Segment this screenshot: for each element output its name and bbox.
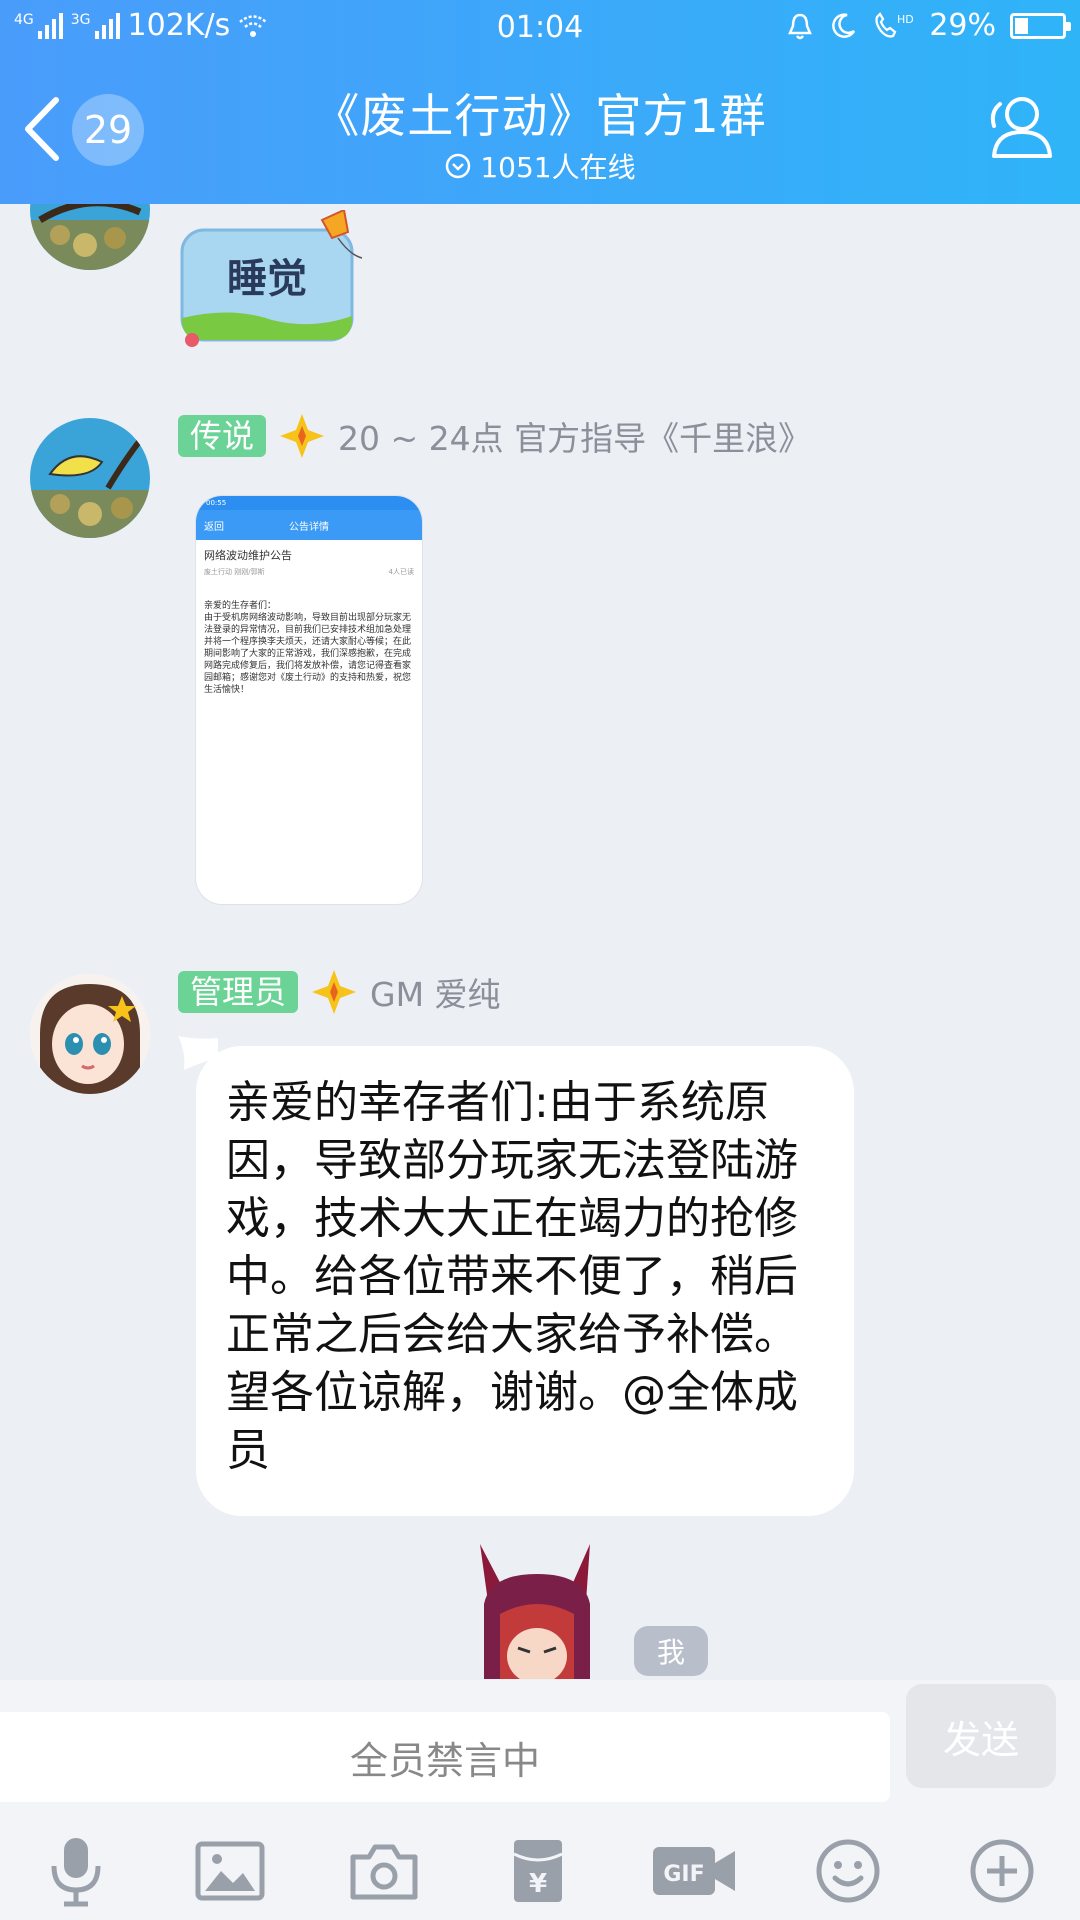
input-area: 发送 全员禁言中 ¥ GIF [0,1680,1080,1920]
group-members-icon[interactable] [982,92,1058,162]
svg-text:GIF: GIF [663,1862,704,1887]
gif-icon[interactable]: GIF [648,1834,740,1908]
alarm-bell-icon [788,13,813,39]
sleep-sticker[interactable]: 睡觉 [172,208,382,360]
diamond-level-icon [280,414,325,458]
message-bubble[interactable]: 亲爱的幸存者们:由于系统原因，导致部分玩家无法登陆游戏，技术大大正在竭力的抢修中… [196,1046,854,1516]
hd-label: HD [897,13,914,26]
message-list[interactable]: 睡觉 传说 20 ~ 24点 官方指导《千里浪》 00:55 返回 公告详情 网… [0,204,1080,1679]
sender-avatar[interactable] [30,204,150,270]
image-icon[interactable] [190,1834,270,1908]
image-body: 网络波动维护公告 废土行动 刚刚/郭斯 4人已读 亲爱的生存者们： 由于受机房网… [196,540,422,706]
plus-icon[interactable] [962,1834,1042,1908]
announcement-image[interactable]: 00:55 返回 公告详情 网络波动维护公告 废土行动 刚刚/郭斯 4人已读 亲… [196,496,422,904]
send-button[interactable]: 发送 [906,1684,1056,1788]
image-body-text: 亲爱的生存者们： 由于受机房网络波动影响，导致目前出现部分玩家无法登录的异常情况… [204,601,412,695]
role-badge: 传说 [178,415,267,457]
online-count: 1051人在线 [480,151,636,184]
moon-icon [832,12,856,38]
hd-call-icon: HD [875,11,914,38]
sender-nickname[interactable]: 20 ~ 24点 官方指导《千里浪》 [338,412,811,460]
my-avatar[interactable] [470,1544,604,1679]
online-status[interactable]: 1051人在线 [0,146,1080,186]
sender-meta: 管理员 GM 爱纯 [178,970,501,1014]
image-nav-title: 公告详情 [289,521,329,533]
battery-percent: 29% [929,8,996,43]
image-status-time: 00:55 [206,499,227,507]
image-heading: 网络波动维护公告 [204,549,292,562]
role-badge: 管理员 [178,971,299,1013]
camera-icon[interactable] [344,1834,424,1908]
chevron-down-circle-icon [446,153,471,179]
image-status-bar: 00:55 [196,496,422,510]
microphone-icon[interactable] [36,1834,116,1908]
image-meta: 废土行动 刚刚/郭斯 4人已读 [204,566,414,578]
diamond-level-icon [312,970,357,1014]
red-packet-icon[interactable]: ¥ [498,1834,578,1908]
self-tag: 我 [634,1626,708,1676]
battery-icon [1010,12,1071,39]
image-meta-left: 废土行动 刚刚/郭斯 [204,568,265,576]
message-input[interactable]: 全员禁言中 [0,1712,890,1802]
sender-avatar[interactable] [30,418,150,538]
svg-text:¥: ¥ [529,1869,547,1899]
chat-header: 4G 3G 102K/s 01:04 HD 29% 29 《废土行动》官方1群 … [0,0,1080,204]
sticker-text: 睡觉 [227,255,307,302]
admin-avatar[interactable] [30,974,150,1094]
sender-meta: 传说 20 ~ 24点 官方指导《千里浪》 [178,414,811,458]
image-nav-bar: 返回 公告详情 [196,510,422,540]
group-title: 《废土行动》官方1群 [313,89,767,143]
battery-fill [1015,17,1028,34]
status-right: HD 29% [785,8,1071,43]
input-toolbar: ¥ GIF [0,1820,1080,1920]
sender-nickname[interactable]: GM 爱纯 [370,968,501,1016]
status-bar: 4G 3G 102K/s 01:04 HD 29% [0,0,1080,58]
emoji-icon[interactable] [808,1834,888,1908]
image-meta-right: 4人已读 [388,568,414,576]
